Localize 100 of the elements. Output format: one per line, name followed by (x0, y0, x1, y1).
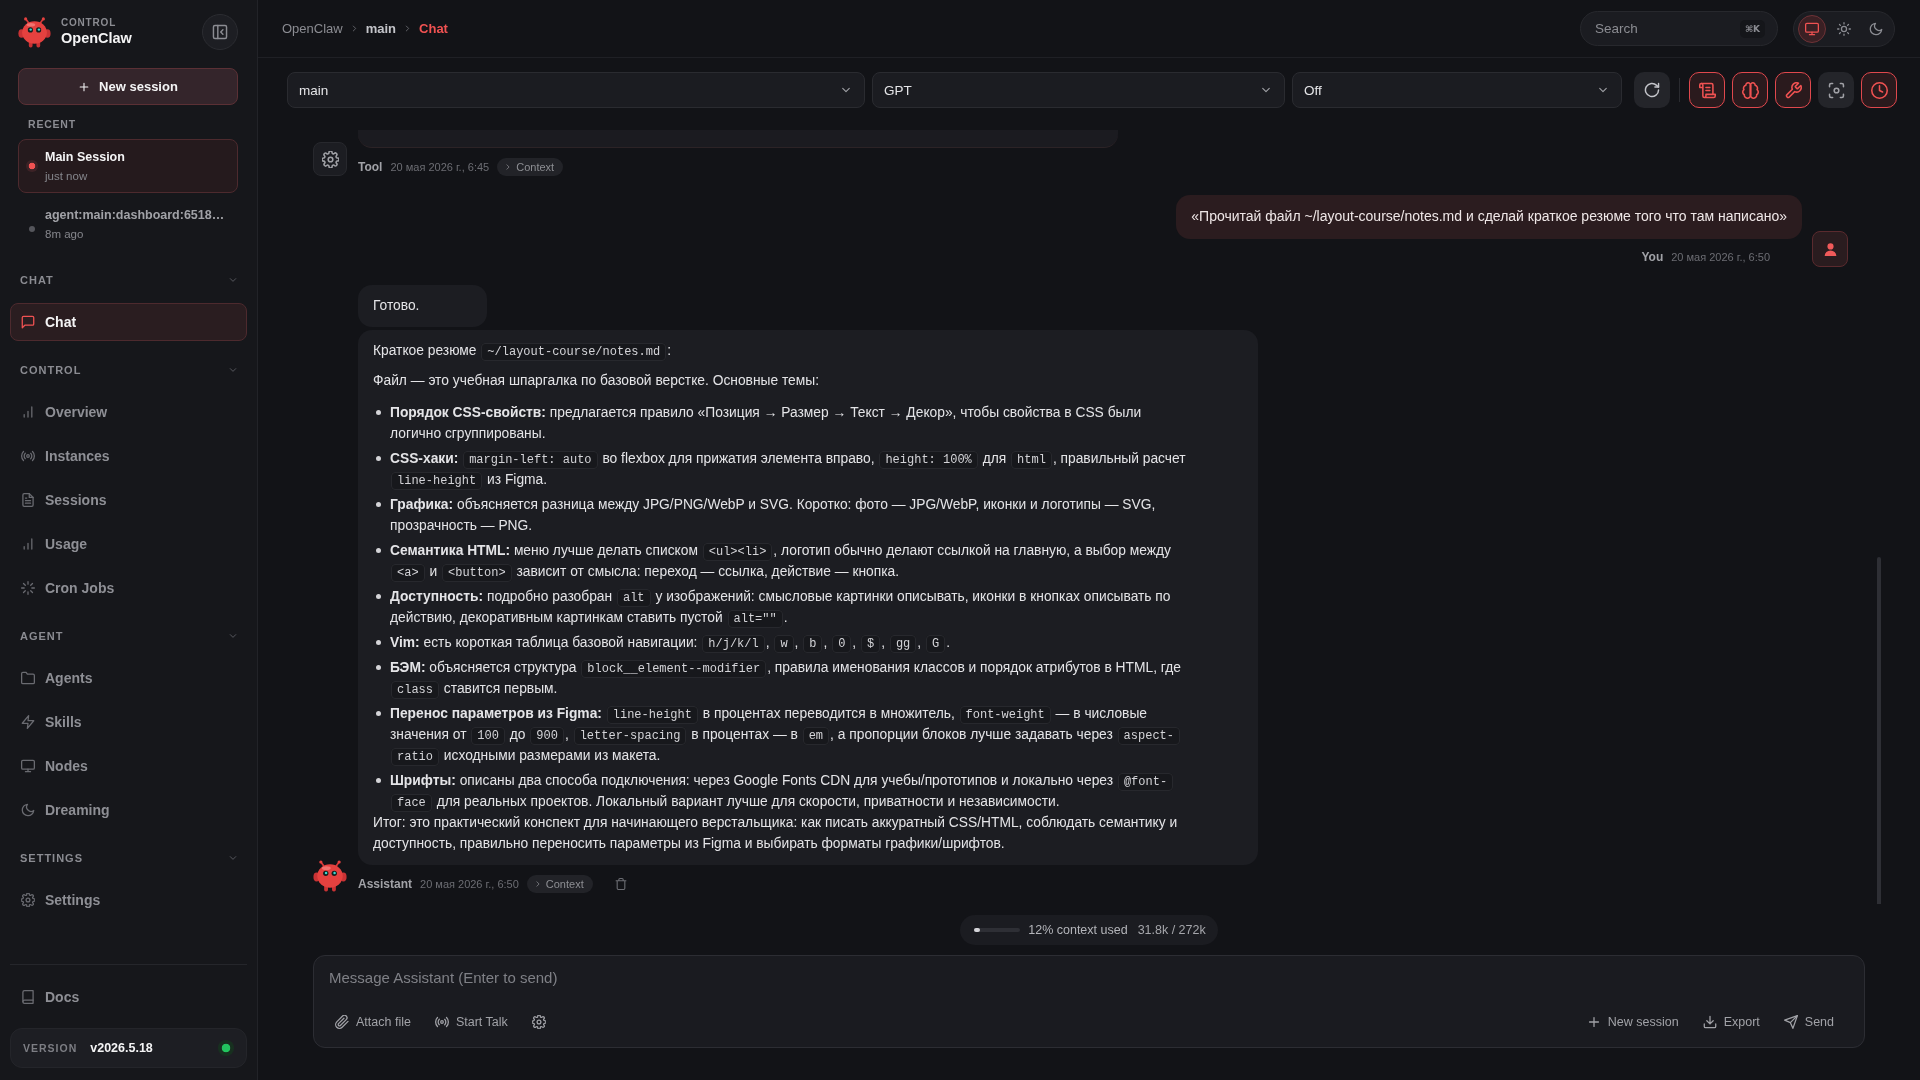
send-button[interactable]: Send (1777, 1009, 1840, 1035)
message-bubble: «Прочитай файл ~/layout-course/notes.md и сделай краткое резюме того что там написано» (1176, 195, 1802, 239)
monitor-icon (21, 759, 35, 773)
toggle-button[interactable] (1775, 72, 1811, 108)
plus-icon (1586, 1015, 1601, 1029)
composer-panel[interactable]: Message Assistant (Enter to send) Attach file Start Talk New session Export Send (313, 955, 1865, 1048)
nav-item[interactable]: Usage (10, 525, 247, 563)
scroll-icon (1698, 81, 1716, 99)
nav-item[interactable]: Skills (10, 703, 247, 741)
nav-item[interactable]: Cron Jobs (10, 569, 247, 607)
list-item-text: Доступность: подробно разобран alt у изображений: смысловые картинки описывать, иконки в кнопках описывать по действию, декоративным картинкам ставить пустой alt="" . (390, 588, 1172, 628)
nav-item[interactable]: Chat (10, 303, 247, 341)
message-paragraph: Итог: это практический конспект для начинающего верстальщика: как писать аккуратный CSS/HTML, соблюдать семантику и доступность, правильно переносить параметры из Figma и выбирать форматы графики/шрифтов. (373, 814, 1179, 853)
nav-item[interactable]: Instances (10, 437, 247, 475)
version-label: VERSION (23, 1042, 78, 1054)
robot-logo (18, 16, 51, 48)
author-name: You (1641, 250, 1664, 264)
search-input[interactable]: Search (1595, 21, 1740, 36)
refresh-button[interactable] (1634, 72, 1670, 108)
user-avatar-icon (1812, 231, 1848, 267)
new-session-button[interactable]: New session (18, 68, 238, 105)
brand-name: OpenClaw (61, 28, 132, 48)
nav-item[interactable]: Dreaming (10, 791, 247, 829)
settings-icon (531, 1015, 546, 1029)
clock-icon (1870, 81, 1888, 99)
chat-bubble-icon (21, 315, 35, 329)
message-paragraph: Файл — это учебная шпаргалка по базовой верстке. Основные темы: (373, 372, 821, 390)
context-button[interactable]: Context (526, 875, 593, 893)
folder-icon (21, 671, 35, 685)
export-button[interactable]: Export (1696, 1009, 1766, 1035)
nav-item[interactable]: Nodes (10, 747, 247, 785)
nav-item[interactable]: Overview (10, 393, 247, 431)
bullet-icon (376, 594, 381, 599)
toggle-button[interactable] (1818, 72, 1854, 108)
monitor-icon (1805, 21, 1819, 36)
new-session-button[interactable]: New session (1580, 1009, 1685, 1035)
paperclip-icon (335, 1015, 349, 1029)
breadcrumb-link[interactable]: Chat (419, 21, 448, 36)
list-item-text: Графика: объясняется разница между JPG/PNG/WebP и SVG. Коротко: фото — JPG/WebP, иконки и логотипы — SVG, прозрачность — PNG. (390, 496, 1157, 535)
moon-icon (21, 803, 35, 817)
list-item-text: CSS-хаки: margin-left: auto во flexbox для прижатия элемента вправо, height: 100% для html , правильный расчет line-height из Figma. (390, 450, 1187, 490)
sun-icon (1837, 21, 1851, 36)
docs-link[interactable]: Docs (10, 975, 247, 1019)
sidebar-toggle-button[interactable] (202, 14, 238, 50)
message-paragraph: Краткое резюме ~/layout-course/notes.md : (373, 342, 672, 361)
bullet-icon (376, 778, 381, 783)
trash-icon (614, 878, 627, 890)
theme-button[interactable] (1798, 14, 1826, 43)
status-dot-icon (26, 160, 38, 172)
nav-item[interactable]: Agents (10, 659, 247, 697)
list-item-text: Порядок CSS-свойств: предлагается правило «Позиция → Размер → Текст → Декор», чтобы свойства в CSS были логично сгруппированы. (390, 404, 1143, 443)
download-icon (1702, 1015, 1717, 1029)
section-header[interactable]: AGENT (10, 629, 247, 643)
author-name: Assistant (358, 877, 413, 891)
delete-button[interactable] (614, 878, 627, 890)
panel-icon (212, 24, 228, 40)
dropdown[interactable]: Off (1292, 72, 1622, 108)
status-dot-icon (29, 226, 35, 232)
toggle-button[interactable] (1861, 72, 1897, 108)
bullet-icon (376, 665, 381, 670)
send-icon (1783, 1015, 1798, 1029)
brain-icon (1741, 81, 1759, 99)
list-item-text: Vim: есть короткая таблица базовой навигации: h/j/k/l , w , b , 0 , $ , gg , G . (390, 634, 951, 653)
message-paragraph: Готово. (373, 297, 420, 315)
moon-icon (1869, 21, 1883, 36)
session-item[interactable]: agent:main:dashboard:6518… 8m ago (18, 197, 238, 251)
dropdown[interactable]: GPT (872, 72, 1285, 108)
breadcrumb-link[interactable]: OpenClaw (282, 21, 343, 36)
robot-avatar-icon (313, 860, 347, 892)
bullet-icon (376, 711, 381, 716)
bullet-icon (376, 640, 381, 645)
message-time: 20 мая 2026 г., 6:50 (420, 878, 519, 890)
attach-button[interactable]: Attach file (329, 1009, 417, 1035)
message-input[interactable]: Message Assistant (Enter to send) (329, 966, 1849, 990)
talk-button[interactable]: Start Talk (428, 1009, 514, 1035)
refresh-icon (1644, 82, 1660, 98)
token-count: 31.8k / 272k (1137, 923, 1206, 937)
nav-item[interactable]: Sessions (10, 481, 247, 519)
breadcrumb-link[interactable]: main (365, 21, 397, 36)
list-item-text: БЭМ: объясняется структура block__element--modifier , правила именования классов и порядок атрибутов в HTML, где class ставится первым. (390, 659, 1182, 699)
section-header[interactable]: CHAT (10, 273, 247, 287)
session-item[interactable]: Main Session just now (18, 139, 238, 193)
chevron-right-icon (504, 163, 513, 171)
nav-item[interactable]: Settings (10, 881, 247, 919)
toggle-button[interactable] (1689, 72, 1725, 108)
settings-icon (21, 893, 35, 907)
context-button[interactable]: Context (497, 158, 564, 176)
version-number: v2026.5.18 (90, 1041, 153, 1055)
document-icon (21, 493, 35, 507)
dropdown[interactable]: main (287, 72, 865, 108)
section-header[interactable]: CONTROL (10, 363, 247, 377)
bullet-icon (376, 548, 381, 553)
bar-chart-icon (21, 405, 35, 419)
toggle-button[interactable] (1732, 72, 1768, 108)
message-time: 20 мая 2026 г., 6:50 (1671, 251, 1770, 263)
radio-waves-icon (21, 449, 35, 463)
search-field[interactable]: Search ⌘K (1580, 11, 1778, 46)
list-item-text: Семантика HTML: меню лучше делать списком <ul><li> , логотип обычно делают ссылкой на главную, а выбор между <a> и <button> зависит от смысла: переход — ссылка, действие — кнопка. (390, 542, 1172, 582)
section-header[interactable]: SETTINGS (10, 851, 247, 865)
bullet-icon (376, 502, 381, 507)
